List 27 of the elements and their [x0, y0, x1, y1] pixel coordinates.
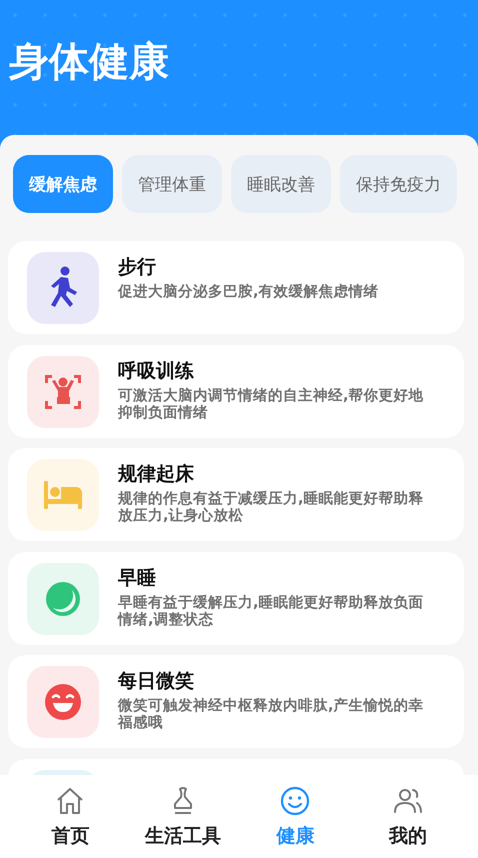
tip-description: 促进大脑分泌多巴胺,有效缓解焦虑情绪 — [118, 284, 379, 302]
tip-card[interactable]: 步行 促进大脑分泌多巴胺,有效缓解焦虑情绪 — [8, 241, 464, 334]
nav-tab[interactable]: 首页 — [14, 775, 126, 858]
page-title: 身体健康 — [9, 38, 170, 87]
smiling-face-icon — [44, 683, 82, 721]
category-tab[interactable]: 睡眠改善 — [231, 155, 331, 213]
category-tab[interactable]: 保持免疫力 — [340, 155, 457, 213]
tip-card[interactable]: 规律起床 规律的作息有益于减缓压力,睡眠能更好帮助释放压力,让身心放松 — [8, 448, 464, 541]
tip-title: 每日微笑 — [118, 669, 195, 694]
tip-description: 可激活大脑内调节情绪的自主神经,帮你更好地抑制负面情绪 — [118, 388, 425, 422]
nav-tab[interactable]: 我的 — [352, 775, 464, 858]
tip-title: 步行 — [118, 255, 157, 280]
smiley-icon — [279, 785, 312, 817]
category-tab[interactable]: 管理体重 — [122, 155, 222, 213]
tip-title: 早睡 — [118, 566, 157, 590]
person-in-frame-icon — [43, 372, 83, 410]
tip-card[interactable]: 呼吸训练 可激活大脑内调节情绪的自主神经,帮你更好地抑制负面情绪 — [8, 344, 464, 438]
tip-description: 早睡有益于缓解压力,睡眠能更好帮助释放负面情绪,调整状态 — [118, 594, 425, 630]
bed-icon — [43, 479, 83, 511]
tip-card[interactable]: 早睡 早睡有益于缓解压力,睡眠能更好帮助释放负面情绪,调整状态 — [8, 552, 464, 644]
tip-description: 规律的作息有益于减缓压力,睡眠能更好帮助释放压力,让身心放松 — [118, 491, 425, 526]
tip-title: 规律起床 — [118, 462, 195, 487]
nav-tab[interactable]: 生活工具 — [126, 775, 239, 858]
tip-description: 微笑可触发神经中枢释放内啡肽,产生愉悦的幸福感哦 — [118, 698, 425, 733]
tip-title: 呼吸训练 — [118, 358, 195, 384]
tip-card[interactable]: 每日微笑 微笑可触发神经中枢释放内啡肽,产生愉悦的幸福感哦 — [8, 655, 464, 748]
moon-icon — [44, 580, 82, 618]
